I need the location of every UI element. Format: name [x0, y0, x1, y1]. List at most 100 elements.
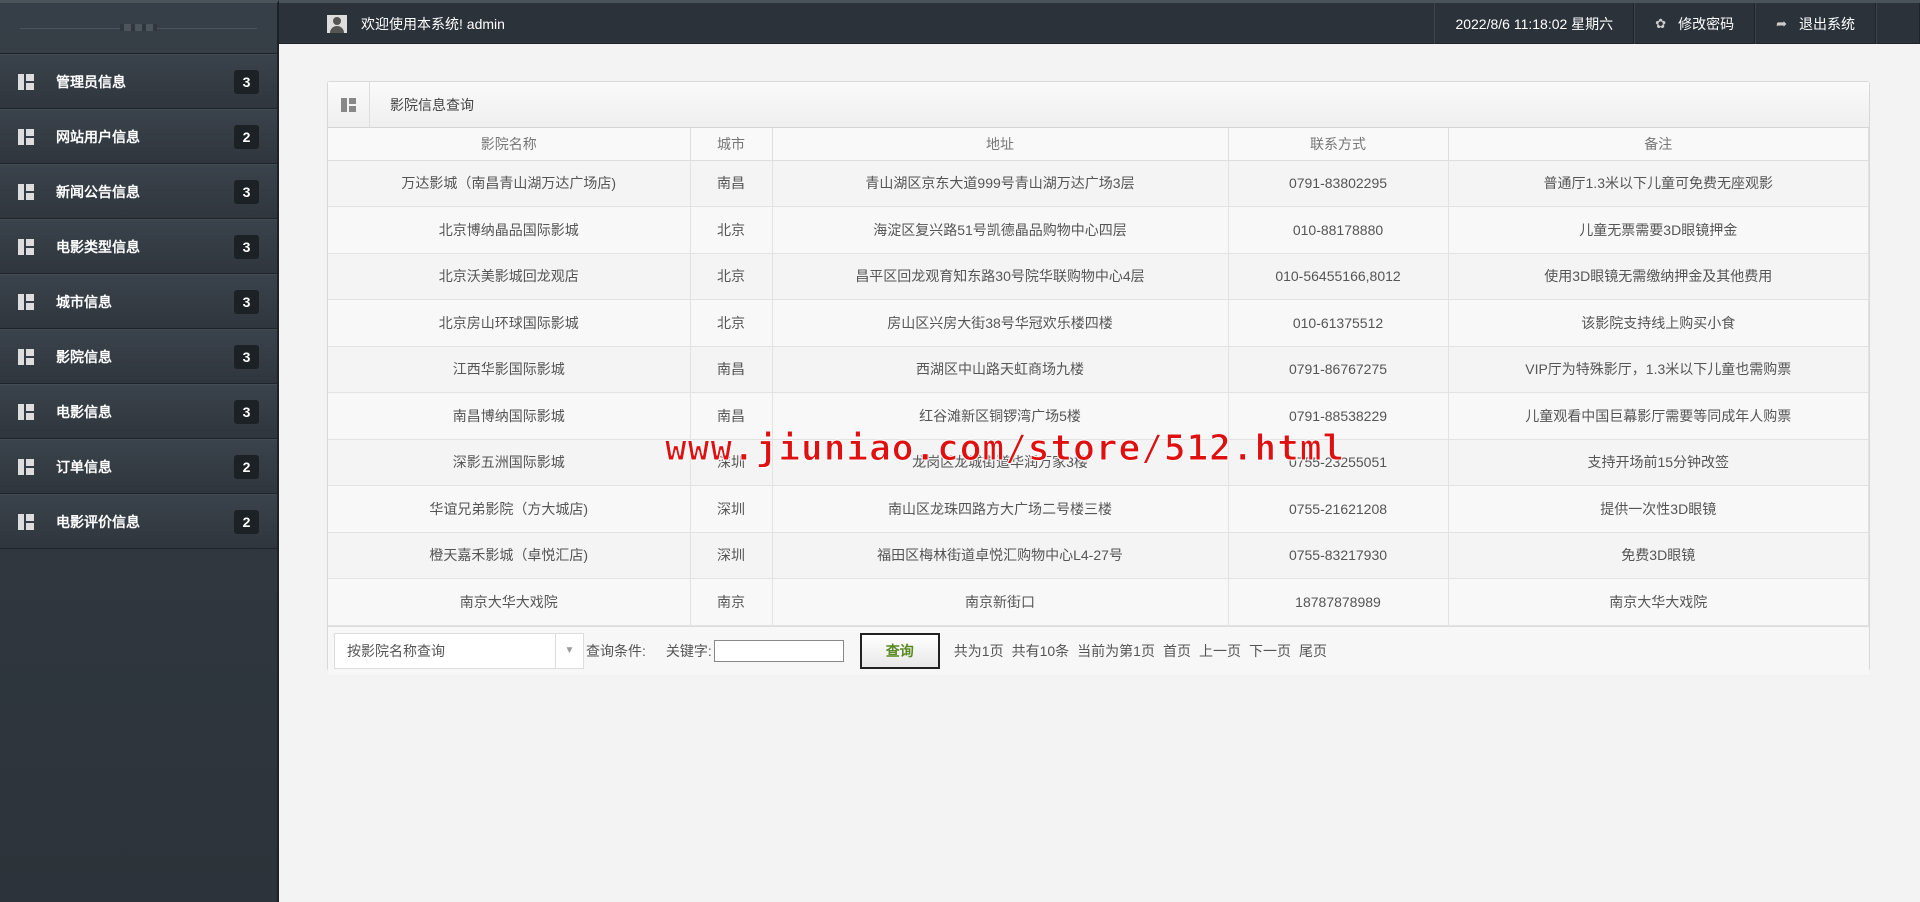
sidebar-item[interactable]: 新闻公告信息 3 — [0, 164, 277, 219]
table-row: 北京沃美影城回龙观店 北京 昌平区回龙观育知东路30号院华联购物中心4层 010-56… — [328, 253, 1869, 300]
grid-icon — [18, 348, 34, 365]
sidebar-item[interactable]: 城市信息 3 — [0, 274, 277, 329]
pager-link[interactable]: 首页 — [1163, 643, 1191, 659]
grid-icon — [18, 293, 34, 310]
welcome-text: 欢迎使用本系统! admin — [361, 15, 505, 32]
table-cell: 南京新街口 — [772, 578, 1229, 626]
table-cell: 西湖区中山路天虹商场九楼 — [772, 346, 1229, 393]
sidebar-item-label: 新闻公告信息 — [56, 183, 140, 200]
table-row: 橙天嘉禾影城（卓悦汇店) 深圳 福田区梅林街道卓悦汇购物中心L4-27号 0755-8… — [328, 532, 1869, 579]
table-cell: 昌平区回龙观育知东路30号院华联购物中心4层 — [772, 253, 1229, 300]
table-cell: 18787878989 — [1228, 578, 1449, 626]
table-cell: 深圳 — [690, 532, 773, 579]
table-cell: 江西华影国际影城 — [328, 346, 691, 393]
sidebar-header — [0, 3, 277, 54]
column-header: 城市 — [690, 128, 773, 161]
table-cell: 0755-21621208 — [1228, 485, 1449, 533]
pager-link[interactable]: 下一页 — [1249, 643, 1291, 659]
table-cell: 0755-23255051 — [1228, 439, 1449, 486]
table-cell: 儿童观看中国巨幕影厅需要等同成年人购票 — [1448, 392, 1869, 440]
count-badge: 2 — [234, 509, 259, 534]
table-row: 南京大华大戏院 南京 南京新街口 18787878989 南京大华大戏院 — [328, 578, 1869, 626]
count-badge: 3 — [234, 179, 259, 204]
grid-icon — [18, 513, 34, 530]
pager-link[interactable]: 上一页 — [1199, 643, 1241, 659]
table-row: 江西华影国际影城 南昌 西湖区中山路天虹商场九楼 0791-86767275 VIP厅为… — [328, 346, 1869, 393]
grid-icon — [18, 238, 34, 255]
sidebar-item[interactable]: 电影信息 3 — [0, 384, 277, 439]
sidebar: 管理员信息 3 网站用户信息 2 新闻公告信息 3 电影类型信息 3 城市信息 3 影院信息 3 电影信… — [0, 0, 279, 902]
sidebar-item[interactable]: 网站用户信息 2 — [0, 109, 277, 164]
sidebar-item-label: 电影评价信息 — [56, 513, 140, 530]
table-row: 南昌博纳国际影城 南昌 红谷滩新区铜锣湾广场5楼 0791-88538229 儿童观看中… — [328, 392, 1869, 440]
table-cell: 龙岗区龙城街道华润万家3楼 — [772, 439, 1229, 486]
table-cell: 红谷滩新区铜锣湾广场5楼 — [772, 392, 1229, 440]
condition-label: 查询条件: — [586, 642, 646, 659]
column-header: 联系方式 — [1228, 128, 1449, 161]
cinema-query-panel: 影院信息查询 影院名称 城市 地址 联系方式 备注 万达影城（南昌青山湖万达广场店) 南昌… — [327, 81, 1870, 675]
table-cell: 010-88178880 — [1228, 206, 1449, 254]
table-cell: 0791-83802295 — [1228, 160, 1449, 207]
count-badge: 3 — [234, 344, 259, 369]
table-cell: 010-61375512 — [1228, 299, 1449, 347]
count-badge: 2 — [234, 454, 259, 479]
count-badge: 3 — [234, 289, 259, 314]
table-cell: 南京大华大戏院 — [328, 578, 691, 626]
sidebar-item[interactable]: 订单信息 2 — [0, 439, 277, 494]
column-header: 地址 — [772, 128, 1229, 161]
sidebar-item[interactable]: 电影类型信息 3 — [0, 219, 277, 274]
sidebar-item[interactable]: 影院信息 3 — [0, 329, 277, 384]
table-cell: 提供一次性3D眼镜 — [1448, 485, 1869, 533]
grid-icon — [18, 73, 34, 90]
table-cell: 南山区龙珠四路方大广场二号楼三楼 — [772, 485, 1229, 533]
table-cell: 福田区梅林街道卓悦汇购物中心L4-27号 — [772, 532, 1229, 579]
table-cell: 华谊兄弟影院（方大城店) — [328, 485, 691, 533]
query-button[interactable]: 查询 — [859, 632, 940, 669]
table-row: 万达影城（南昌青山湖万达广场店) 南昌 青山湖区京东大道999号青山湖万达广场3层 0… — [328, 160, 1869, 207]
table-cell: 支持开场前15分钟改签 — [1448, 439, 1869, 486]
sidebar-item[interactable]: 电影评价信息 2 — [0, 494, 277, 549]
pager-info: 共有10条 — [1011, 642, 1070, 659]
grid-icon — [18, 183, 34, 200]
sidebar-item-label: 网站用户信息 — [56, 128, 140, 145]
table-cell: 南京大华大戏院 — [1448, 578, 1869, 626]
sidebar-item-label: 影院信息 — [56, 348, 112, 365]
table-cell: 万达影城（南昌青山湖万达广场店) — [328, 160, 691, 207]
table-cell: 使用3D眼镜无需缴纳押金及其他费用 — [1448, 253, 1869, 300]
pager-link[interactable]: 尾页 — [1299, 643, 1327, 659]
column-header: 备注 — [1448, 128, 1869, 161]
table-cell: 深影五洲国际影城 — [328, 439, 691, 486]
count-badge: 2 — [234, 124, 259, 149]
table-cell: 青山湖区京东大道999号青山湖万达广场3层 — [772, 160, 1229, 207]
table-cell: 010-56455166,8012 — [1228, 253, 1449, 300]
user-icon — [327, 14, 347, 33]
table-cell: 南昌 — [690, 160, 773, 207]
table-row: 华谊兄弟影院（方大城店) 深圳 南山区龙珠四路方大广场二号楼三楼 0755-21621… — [328, 485, 1869, 533]
welcome: 欢迎使用本系统! admin — [327, 3, 505, 44]
table-cell: 北京房山环球国际影城 — [328, 299, 691, 347]
sidebar-item-label: 电影类型信息 — [56, 238, 140, 255]
table-row: 北京博纳晶品国际影城 北京 海淀区复兴路51号凯德晶品购物中心四层 010-88178… — [328, 206, 1869, 254]
gear-icon: ✿ — [1655, 15, 1667, 31]
table-cell: 北京博纳晶品国际影城 — [328, 206, 691, 254]
keyword-input[interactable] — [713, 639, 844, 662]
table-cell: 北京沃美影城回龙观店 — [328, 253, 691, 300]
table-cell: 儿童无票需要3D眼镜押金 — [1448, 206, 1869, 254]
sidebar-item-label: 订单信息 — [56, 458, 112, 475]
change-password-button[interactable]: ✿ 修改密码 — [1634, 3, 1756, 44]
table-cell: 0791-88538229 — [1228, 392, 1449, 440]
table-cell: 海淀区复兴路51号凯德晶品购物中心四层 — [772, 206, 1229, 254]
table-cell: 南昌 — [690, 392, 773, 440]
sidebar-item[interactable]: 管理员信息 3 — [0, 54, 277, 109]
count-badge: 3 — [234, 69, 259, 94]
pager-info: 共为1页 — [953, 642, 1004, 659]
table-cell: 南京 — [690, 578, 773, 626]
table-cell: 深圳 — [690, 439, 773, 486]
logout-button[interactable]: ➦ 退出系统 — [1755, 3, 1876, 44]
table-row: 北京房山环球国际影城 北京 房山区兴房大街38号华冠欢乐楼四楼 010-6137551… — [328, 299, 1869, 347]
table-cell: 0755-83217930 — [1228, 532, 1449, 579]
table-cell: 北京 — [690, 253, 773, 300]
query-type-select[interactable]: 按影院名称查询 ▼ — [334, 632, 584, 669]
keyword-label: 关键字: — [665, 642, 712, 659]
pager-info: 当前为第1页 — [1077, 642, 1155, 659]
